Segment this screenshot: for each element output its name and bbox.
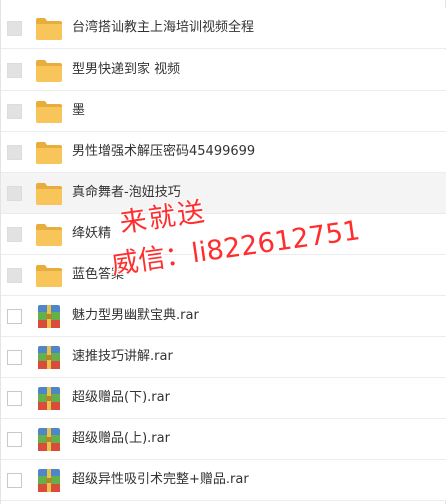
file-name[interactable]: 绛妖精 [72,225,111,243]
row-checkbox[interactable] [7,145,22,160]
file-row[interactable]: 台湾搭讪教主上海培训视频全程 [1,8,446,49]
row-checkbox[interactable] [7,21,22,36]
file-name[interactable]: 超级赠品(下).rar [72,389,170,407]
file-row[interactable]: 超级赠品(上).rar [1,419,446,460]
row-checkbox[interactable] [7,391,22,406]
rar-archive-icon [38,387,60,410]
folder-icon [36,18,62,40]
folder-icon [36,101,62,123]
folder-icon [36,224,62,246]
rar-archive-icon [38,346,60,369]
file-row[interactable]: 男性增强术解压密码45499699 [1,132,446,173]
file-name[interactable]: 速推技巧讲解.rar [72,348,173,366]
file-name[interactable]: 超级赠品(上).rar [72,430,170,448]
row-checkbox[interactable] [7,63,22,78]
file-name[interactable]: 魅力型男幽默宝典.rar [72,307,199,325]
file-row[interactable]: 速推技巧讲解.rar [1,337,446,378]
folder-icon [36,265,62,287]
file-row[interactable]: 超级赠品(下).rar [1,378,446,419]
row-checkbox[interactable] [7,186,22,201]
file-name[interactable]: 蓝色答案 [72,266,124,284]
file-name[interactable]: 墨 [72,102,85,120]
file-name[interactable]: 超级异性吸引术完整+赠品.rar [72,471,249,489]
file-row[interactable]: 超级异性吸引术完整+赠品.rar [1,460,446,501]
file-row[interactable]: 魅力型男幽默宝典.rar [1,296,446,337]
row-checkbox[interactable] [7,350,22,365]
rar-archive-icon [38,469,60,492]
file-row[interactable]: 墨 [1,91,446,132]
file-name[interactable]: 型男快递到家 视频 [72,61,180,79]
row-checkbox[interactable] [7,473,22,488]
rar-archive-icon [38,305,60,328]
file-list: 台湾搭讪教主上海培训视频全程 型男快递到家 视频 墨 男性增强术解压密码4549… [0,0,446,504]
folder-icon [36,60,62,82]
file-name[interactable]: 真命舞者-泡妞技巧 [72,184,181,202]
file-row[interactable]: 真命舞者-泡妞技巧 [1,173,446,214]
file-name[interactable]: 台湾搭讪教主上海培训视频全程 [72,19,254,37]
row-checkbox[interactable] [7,104,22,119]
row-checkbox[interactable] [7,227,22,242]
row-checkbox[interactable] [7,309,22,324]
folder-icon [36,183,62,205]
file-row[interactable]: 型男快递到家 视频 [1,50,446,91]
file-row[interactable]: 蓝色答案 [1,255,446,296]
row-checkbox[interactable] [7,268,22,283]
file-name[interactable]: 男性增强术解压密码45499699 [72,143,255,161]
file-row[interactable]: 绛妖精 [1,214,446,255]
row-checkbox[interactable] [7,432,22,447]
folder-icon [36,142,62,164]
rar-archive-icon [38,428,60,451]
